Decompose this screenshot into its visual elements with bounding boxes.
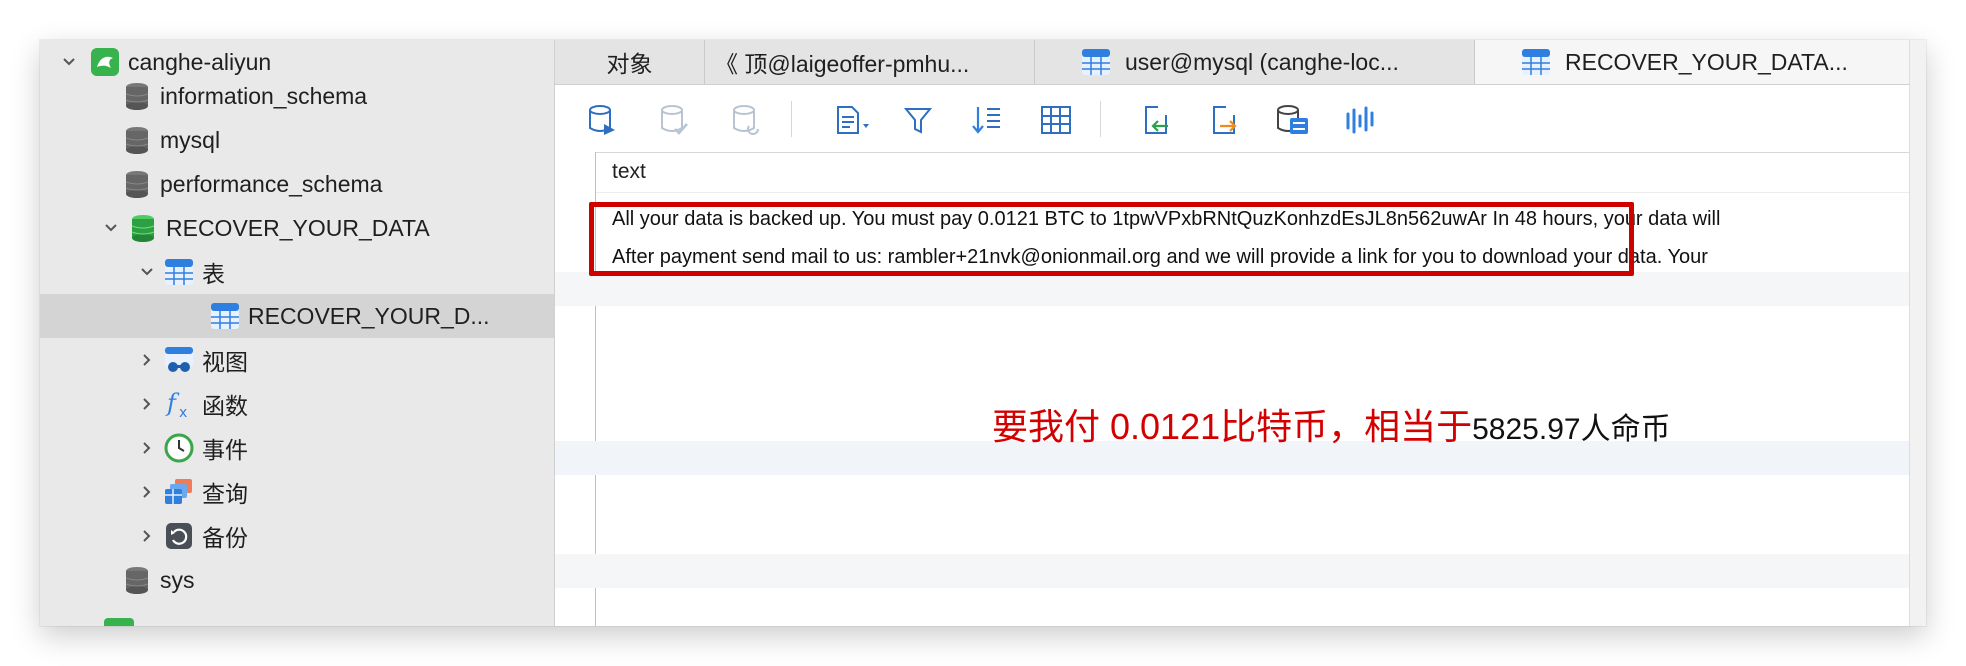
navicat-window: canghe-aliyun information_schema mysql p… bbox=[40, 40, 1926, 626]
grid-view-icon[interactable] bbox=[1039, 103, 1073, 137]
data-generator-icon[interactable] bbox=[1275, 103, 1309, 137]
rollback-icon bbox=[729, 103, 763, 137]
data-grid: text All your data is backed up. You mus… bbox=[555, 152, 1910, 626]
sidebar-item-tables[interactable]: 表 bbox=[40, 250, 554, 294]
text-view-dropdown-icon[interactable] bbox=[832, 103, 876, 137]
sidebar-item-label: 备份 bbox=[202, 525, 248, 551]
chevron-down-icon[interactable] bbox=[58, 51, 80, 73]
backup-icon bbox=[164, 521, 194, 551]
sidebar-item-label: 事件 bbox=[202, 437, 248, 463]
vertical-scrollbar[interactable] bbox=[1909, 40, 1926, 626]
chevron-right-icon[interactable] bbox=[136, 349, 158, 371]
sidebar-item-performance-schema[interactable]: performance_schema bbox=[40, 162, 554, 206]
database-icon bbox=[122, 565, 152, 595]
sidebar-item-label: 函数 bbox=[202, 393, 248, 419]
begin-transaction-icon[interactable] bbox=[585, 103, 619, 137]
sidebar-item-mysql[interactable]: mysql bbox=[40, 118, 554, 162]
empty-row bbox=[555, 554, 1910, 588]
sidebar-item-events[interactable]: 事件 bbox=[40, 426, 554, 470]
tab-label: 对象 bbox=[606, 51, 653, 77]
sort-icon[interactable] bbox=[969, 103, 1003, 137]
chevron-right-icon[interactable] bbox=[136, 525, 158, 547]
sidebar-item-label: information_schema bbox=[160, 82, 368, 109]
toolbar-separator bbox=[791, 101, 792, 137]
tab-bar: 对象 《 顶@laigeoffer-pmhu... user@mysql (ca… bbox=[555, 40, 1910, 85]
column-header-text[interactable]: text bbox=[596, 152, 1910, 193]
ransom-annotation: 要我付 0.0121比特币，相当于5825.97人命币 bbox=[992, 398, 1671, 450]
highlight-box bbox=[589, 202, 1634, 276]
annotation-red-text: 要我付 0.0121比特币，相当于 bbox=[992, 406, 1473, 447]
tab-query-laigeoffer[interactable]: 《 顶@laigeoffer-pmhu... bbox=[705, 40, 1035, 84]
mysql-connection-icon bbox=[104, 618, 134, 626]
database-icon bbox=[122, 125, 152, 155]
views-icon bbox=[164, 345, 194, 375]
main-panel: 对象 《 顶@laigeoffer-pmhu... user@mysql (ca… bbox=[555, 40, 1926, 626]
database-icon bbox=[122, 169, 152, 199]
sidebar-item-label: 表 bbox=[202, 261, 225, 287]
mysql-connection-icon bbox=[90, 47, 120, 77]
chart-icon[interactable] bbox=[1343, 103, 1377, 137]
events-icon bbox=[164, 433, 194, 463]
chevron-right-icon[interactable] bbox=[136, 481, 158, 503]
sidebar-item-functions[interactable]: fx 函数 bbox=[40, 382, 554, 426]
table-icon bbox=[210, 301, 240, 331]
sidebar-item-label: 视图 bbox=[202, 349, 248, 375]
import-icon[interactable] bbox=[1139, 103, 1173, 137]
database-icon bbox=[122, 81, 152, 111]
tab-user-mysql[interactable]: user@mysql (canghe-loc... bbox=[1035, 40, 1475, 84]
tab-label: 《 顶@laigeoffer-pmhu... bbox=[715, 51, 970, 77]
column-header-label: text bbox=[612, 160, 646, 183]
svg-text:x: x bbox=[179, 405, 187, 419]
sidebar-item-views[interactable]: 视图 bbox=[40, 338, 554, 382]
chevron-down-icon[interactable] bbox=[136, 261, 158, 283]
sidebar-item-queries[interactable]: 查询 bbox=[40, 470, 554, 514]
sidebar-item-label: mysql bbox=[160, 126, 221, 153]
sidebar-item-label: RECOVER_YOUR_DATA bbox=[166, 214, 430, 241]
queries-icon bbox=[164, 477, 194, 507]
tab-label: user@mysql (canghe-loc... bbox=[1125, 48, 1399, 75]
commit-icon bbox=[657, 103, 691, 137]
tables-icon bbox=[164, 257, 194, 287]
sidebar-item-backup[interactable]: 备份 bbox=[40, 514, 554, 558]
sidebar-item-label: canghe-aliyun bbox=[128, 48, 272, 75]
chevron-right-icon[interactable] bbox=[136, 393, 158, 415]
table-icon bbox=[1521, 47, 1551, 77]
sidebar-item-label: 查询 bbox=[202, 481, 248, 507]
sidebar-item-information-schema[interactable]: information_schema bbox=[40, 74, 554, 118]
filter-icon[interactable] bbox=[901, 103, 935, 137]
export-icon[interactable] bbox=[1207, 103, 1241, 137]
chevron-down-icon[interactable] bbox=[100, 217, 122, 239]
database-open-icon bbox=[128, 213, 158, 243]
sidebar-item-recover-your-data-table[interactable]: RECOVER_YOUR_D... bbox=[40, 294, 554, 338]
sidebar-item-recover-your-data[interactable]: RECOVER_YOUR_DATA bbox=[40, 206, 554, 250]
annotation-dark-text: 5825.97人命币 bbox=[1472, 413, 1671, 446]
sidebar: canghe-aliyun information_schema mysql p… bbox=[40, 40, 555, 626]
tab-recover-your-data[interactable]: RECOVER_YOUR_DATA... bbox=[1475, 40, 1910, 84]
chevron-right-icon[interactable] bbox=[136, 437, 158, 459]
tab-objects[interactable]: 对象 bbox=[555, 40, 705, 84]
sidebar-item-sys[interactable]: sys bbox=[40, 558, 554, 602]
sidebar-item-label: performance_schema bbox=[160, 170, 383, 197]
sidebar-item-label: sys bbox=[160, 566, 195, 593]
table-icon bbox=[1081, 47, 1111, 77]
toolbar-separator bbox=[1100, 101, 1101, 137]
functions-icon: fx bbox=[164, 389, 194, 419]
toolbar bbox=[555, 85, 1910, 153]
empty-row bbox=[555, 272, 1910, 306]
svg-text:f: f bbox=[165, 389, 180, 417]
tab-label: RECOVER_YOUR_DATA... bbox=[1565, 48, 1848, 75]
sidebar-item-label: RECOVER_YOUR_D... bbox=[248, 302, 490, 329]
